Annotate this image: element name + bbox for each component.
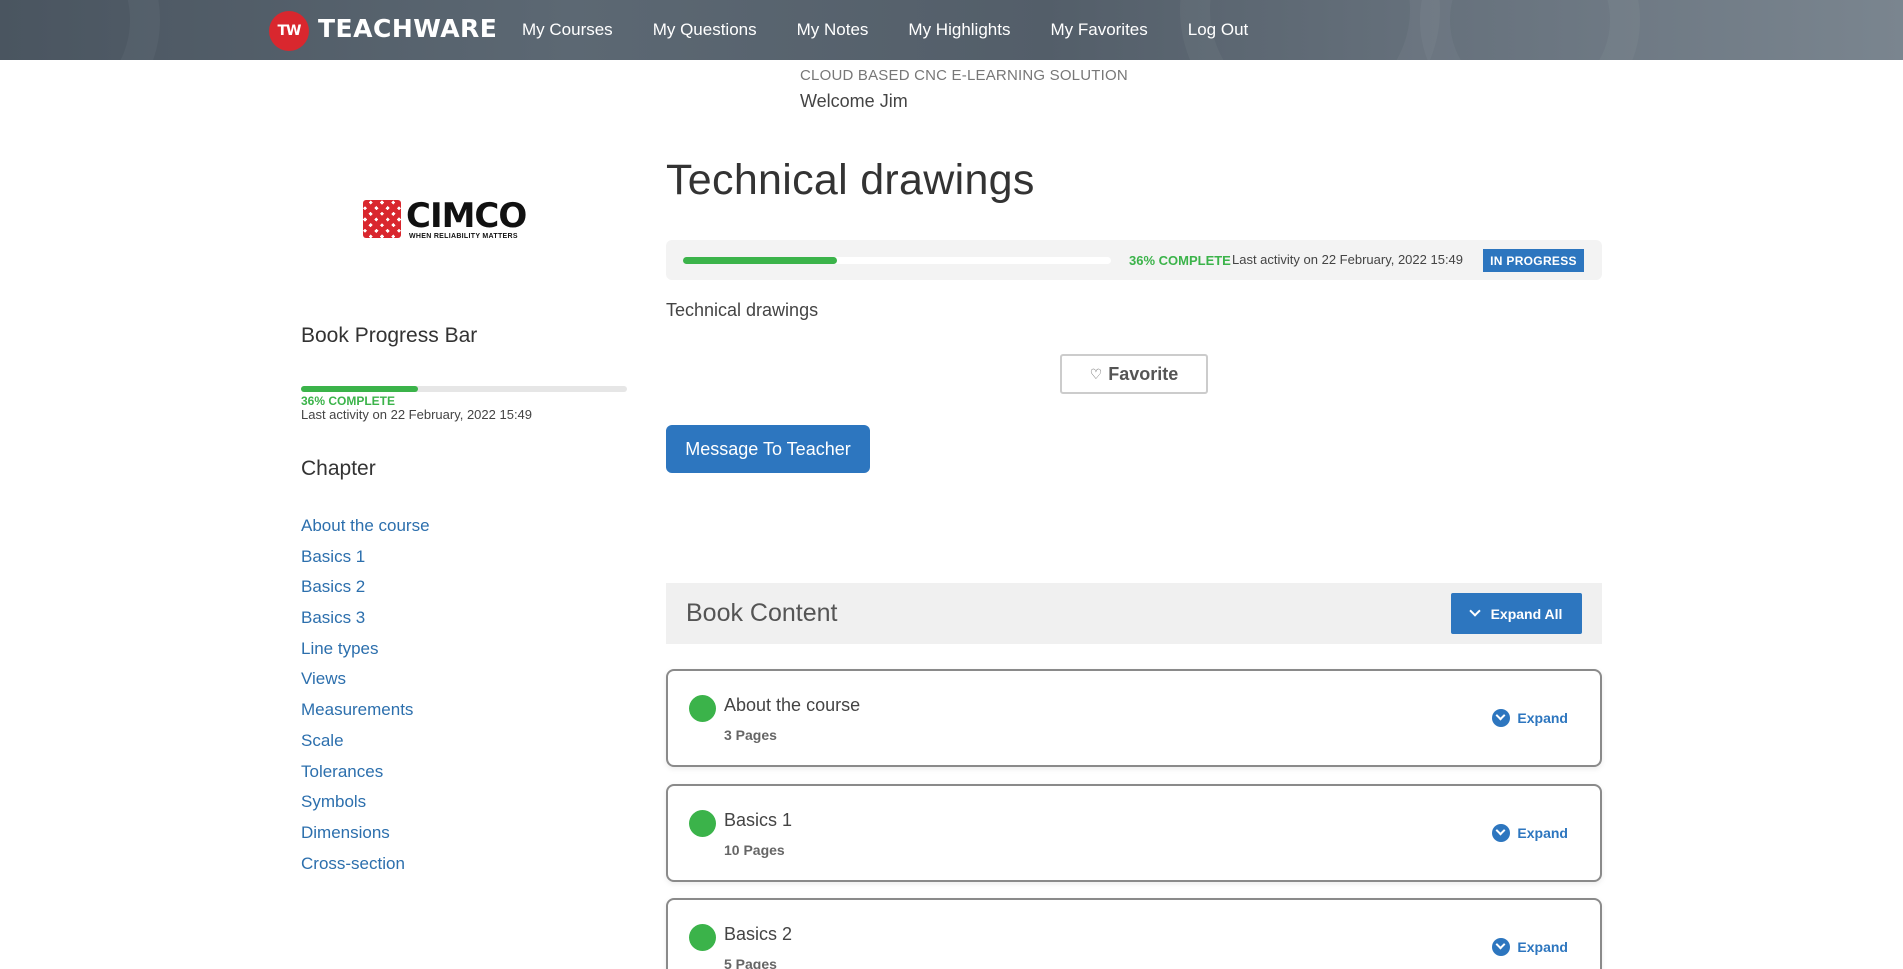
nav-my-notes[interactable]: My Notes xyxy=(797,20,869,40)
section-expand-button[interactable]: Expand xyxy=(1492,709,1568,727)
chapter-link[interactable]: Line types xyxy=(301,637,430,668)
book-content-header: Book Content Expand All xyxy=(666,583,1602,644)
nav-my-courses[interactable]: My Courses xyxy=(522,20,613,40)
nav-log-out[interactable]: Log Out xyxy=(1188,20,1249,40)
chapter-link[interactable]: Dimensions xyxy=(301,821,430,852)
chapter-link[interactable]: Symbols xyxy=(301,790,430,821)
section-page-count: 3 Pages xyxy=(724,727,777,743)
expand-all-label: Expand All xyxy=(1490,605,1563,622)
main-nav: My Courses My Questions My Notes My High… xyxy=(522,0,1288,60)
section-expand-label: Expand xyxy=(1517,939,1568,955)
section-title: Basics 1 xyxy=(724,810,793,830)
section-card: About the course 3 Pages Expand xyxy=(666,669,1602,767)
cimco-logo-tagline: WHEN RELIABILITY MATTERS xyxy=(409,233,518,240)
teachware-logo-icon[interactable]: TW xyxy=(269,11,309,51)
section-card: Basics 2 5 Pages Expand xyxy=(666,898,1602,969)
nav-my-favorites[interactable]: My Favorites xyxy=(1050,20,1147,40)
section-card: Basics 1 10 Pages Expand xyxy=(666,784,1602,882)
tagline: CLOUD BASED CNC E-LEARNING SOLUTION xyxy=(800,67,1128,84)
chevron-circle-down-icon xyxy=(1492,709,1511,727)
completed-status-icon xyxy=(689,924,716,951)
favorite-button-label: Favorite xyxy=(1108,363,1179,384)
sidebar-progress-fill xyxy=(301,386,419,392)
section-expand-button[interactable]: Expand xyxy=(1492,824,1568,842)
chapter-link[interactable]: Basics 1 xyxy=(301,545,430,576)
course-last-activity: Last activity on 22 February, 2022 15:49 xyxy=(1232,252,1464,267)
chapter-link[interactable]: Measurements xyxy=(301,698,430,729)
section-page-count: 10 Pages xyxy=(724,842,785,858)
completed-status-icon xyxy=(689,810,716,837)
book-progress-title: Book Progress Bar xyxy=(301,324,478,347)
sidebar-progress-bar xyxy=(301,386,627,392)
chapter-link[interactable]: Scale xyxy=(301,729,430,760)
cimco-logo-word: CIMCO xyxy=(406,196,527,236)
top-navbar: TW TEACHWARE My Courses My Questions My … xyxy=(0,0,1903,60)
sidebar-last-activity: Last activity on 22 February, 2022 15:49 xyxy=(301,407,533,422)
section-expand-label: Expand xyxy=(1517,825,1568,841)
chapter-list: About the course Basics 1 Basics 2 Basic… xyxy=(301,514,430,882)
chapter-link[interactable]: Cross-section xyxy=(301,852,430,883)
completed-status-icon xyxy=(689,695,716,722)
navbar-decoration xyxy=(0,0,160,60)
heart-icon: ♡ xyxy=(1089,365,1103,382)
course-subtitle: Technical drawings xyxy=(666,300,819,320)
book-content-title: Book Content xyxy=(686,599,838,627)
status-badge: IN PROGRESS xyxy=(1483,249,1584,272)
section-title: About the course xyxy=(724,695,861,715)
section-page-count: 5 Pages xyxy=(724,956,777,969)
cimco-logo: CIMCO WHEN RELIABILITY MATTERS xyxy=(363,196,528,246)
course-progress-label: 36% COMPLETE xyxy=(1129,253,1231,268)
welcome-message: Welcome Jim xyxy=(800,91,908,111)
section-expand-button[interactable]: Expand xyxy=(1492,938,1568,956)
chapter-link[interactable]: Views xyxy=(301,667,430,698)
course-progress-bar xyxy=(683,257,1111,264)
nav-my-questions[interactable]: My Questions xyxy=(653,20,757,40)
page-title: Technical drawings xyxy=(666,156,1035,204)
favorite-button[interactable]: ♡ Favorite xyxy=(1060,354,1208,394)
chapter-link[interactable]: Basics 3 xyxy=(301,606,430,637)
course-progress-panel: 36% COMPLETE Last activity on 22 Februar… xyxy=(666,240,1602,280)
nav-my-highlights[interactable]: My Highlights xyxy=(908,20,1010,40)
expand-all-button[interactable]: Expand All xyxy=(1451,593,1582,634)
chapter-title: Chapter xyxy=(301,457,376,480)
chevron-down-icon xyxy=(1468,605,1481,617)
course-progress-fill xyxy=(683,257,838,264)
teachware-logo-text[interactable]: TEACHWARE xyxy=(318,14,497,43)
chevron-circle-down-icon xyxy=(1492,938,1511,956)
section-expand-label: Expand xyxy=(1517,710,1568,726)
section-title: Basics 2 xyxy=(724,924,793,944)
message-teacher-button[interactable]: Message To Teacher xyxy=(666,425,870,473)
chapter-link[interactable]: About the course xyxy=(301,514,430,545)
chapter-link[interactable]: Basics 2 xyxy=(301,575,430,606)
sidebar-progress-label: 36% COMPLETE xyxy=(301,394,396,408)
navbar-decoration xyxy=(1420,0,1640,60)
chevron-circle-down-icon xyxy=(1492,824,1511,842)
cimco-mark-icon xyxy=(363,200,401,238)
chapter-link[interactable]: Tolerances xyxy=(301,760,430,791)
